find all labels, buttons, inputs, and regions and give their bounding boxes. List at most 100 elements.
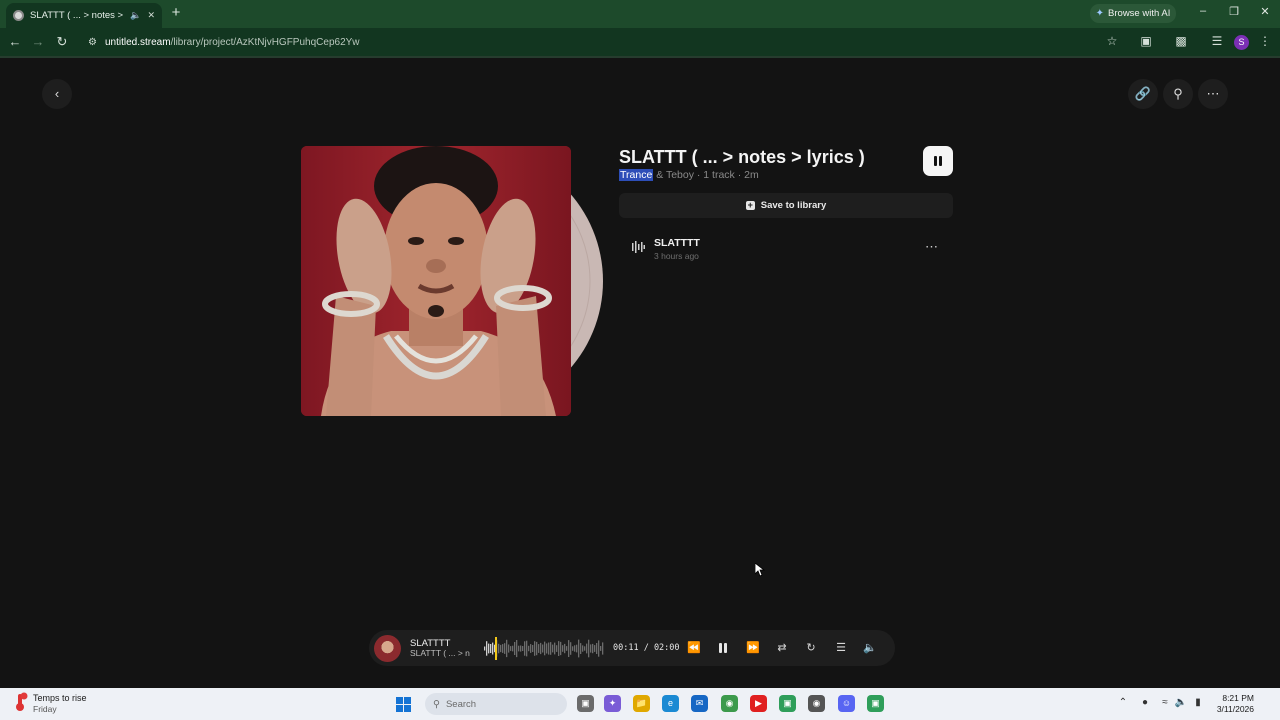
project-cover-art[interactable]: [301, 146, 571, 416]
genre-tag[interactable]: Trance: [619, 169, 654, 181]
browser-toolbar: ← → ↻ ⚙ untitled.stream/library/project/…: [0, 28, 1280, 56]
waveform-bar: [572, 646, 574, 651]
copilot-icon[interactable]: ✦: [604, 695, 621, 712]
clock-date: 3/11/2026: [1216, 704, 1254, 714]
extensions-icon[interactable]: ▣: [1138, 34, 1154, 48]
now-playing-waveform-icon: [632, 241, 645, 253]
waveform-bar: [582, 645, 584, 652]
waveform-bar: [544, 641, 546, 656]
waveform-bar: [504, 643, 506, 654]
volume-icon[interactable]: 🔈: [861, 639, 879, 657]
waveform-bar: [508, 644, 510, 653]
speaker-icon[interactable]: 🔈: [130, 10, 141, 21]
player-cover-thumbnail[interactable]: [374, 635, 401, 662]
waveform-bar: [512, 645, 514, 652]
app-green-2-icon[interactable]: ▣: [867, 695, 884, 712]
taskbar-search-box[interactable]: ⚲ Search: [425, 693, 567, 715]
system-clock[interactable]: 8:21 PM 3/11/2026: [1204, 693, 1254, 715]
task-view-icon[interactable]: ▣: [577, 695, 594, 712]
repeat-icon[interactable]: ↻: [802, 639, 820, 657]
project-title: SLATTT ( ... > notes > lyrics ): [619, 147, 865, 167]
waveform-scrubber[interactable]: [484, 637, 604, 660]
browse-with-ai-label: Browse with AI: [1108, 8, 1171, 19]
waveform-bar: [588, 639, 590, 658]
steam-icon[interactable]: ◉: [808, 695, 825, 712]
waveform-bar: [554, 642, 556, 655]
rewind-icon[interactable]: ⏪: [685, 639, 703, 657]
chrome-icon[interactable]: ◉: [721, 695, 738, 712]
waveform-bar: [584, 646, 586, 651]
battery-icon[interactable]: ▮: [1191, 697, 1205, 708]
waveform-bar: [520, 645, 522, 652]
back-button[interactable]: ‹: [42, 79, 72, 109]
waveform-bar: [596, 643, 598, 654]
save-to-library-button[interactable]: + Save to library: [619, 193, 953, 218]
discord-icon[interactable]: ☺: [838, 695, 855, 712]
browser-tab[interactable]: SLATTT ( ... > notes > lyrics 🔈 ✕: [6, 3, 162, 28]
new-tab-button[interactable]: +: [168, 5, 184, 21]
link-icon: 🔗: [1134, 86, 1152, 101]
waveform-bar: [574, 645, 576, 652]
player-bar: SLATTTT SLATTT ( ... > notes > lyrics ) …: [369, 630, 895, 666]
waveform-bar: [586, 643, 588, 654]
windows-start-icon[interactable]: [396, 697, 411, 712]
file-explorer-icon[interactable]: 📁: [633, 695, 650, 712]
address-bar[interactable]: ⚙ untitled.stream/library/project/AzKtNj…: [80, 31, 1130, 53]
restore-icon[interactable]: ❐: [1226, 5, 1242, 18]
cast-icon[interactable]: ▩: [1173, 34, 1189, 48]
waveform-bar: [548, 642, 550, 655]
app-green-icon[interactable]: ▣: [779, 695, 796, 712]
playhead-marker[interactable]: [495, 637, 497, 660]
plus-icon: +: [745, 200, 755, 210]
close-window-icon[interactable]: ✕: [1257, 5, 1273, 18]
search-icon: ⚲: [1173, 86, 1183, 101]
fast-forward-icon[interactable]: ⏩: [744, 639, 762, 657]
copy-link-button[interactable]: 🔗: [1128, 79, 1158, 109]
waveform-bar: [600, 646, 602, 651]
edge-browser-icon[interactable]: e: [662, 695, 679, 712]
browser-menu-icon[interactable]: ⋮: [1257, 34, 1273, 48]
waveform-bar: [570, 642, 572, 655]
waveform-bar: [522, 646, 524, 651]
site-info-icon[interactable]: ⚙: [88, 37, 97, 48]
player-pause-button[interactable]: [715, 640, 731, 656]
browse-with-ai-button[interactable]: ✦ Browse with AI: [1090, 4, 1176, 23]
show-hidden-icons-icon[interactable]: ⌃: [1116, 697, 1130, 708]
save-to-library-label: Save to library: [760, 200, 827, 211]
waveform-bar: [502, 644, 504, 653]
track-row[interactable]: SLATTTT 3 hours ago ⋯: [619, 231, 953, 267]
mouse-pointer-icon: [755, 563, 765, 577]
queue-icon[interactable]: ☰: [832, 639, 850, 657]
wifi-icon[interactable]: ≈: [1158, 697, 1172, 708]
project-pause-button[interactable]: [923, 146, 953, 176]
profile-avatar[interactable]: S: [1234, 35, 1249, 50]
waveform-bar: [592, 643, 594, 654]
cover-portrait-image: [301, 146, 571, 416]
weather-thermometer-icon[interactable]: [12, 692, 28, 712]
reload-icon[interactable]: ↻: [53, 33, 71, 51]
waveform-bar: [498, 643, 500, 654]
youtube-icon[interactable]: ▶: [750, 695, 767, 712]
more-options-button[interactable]: ⋯: [1198, 79, 1228, 109]
weather-title[interactable]: Temps to rise: [33, 693, 87, 703]
media-controls-icon[interactable]: ☰: [1209, 34, 1225, 48]
close-tab-icon[interactable]: ✕: [147, 10, 155, 21]
bookmark-star-icon[interactable]: ☆: [1104, 34, 1120, 48]
browser-tab-bar: SLATTT ( ... > notes > lyrics 🔈 ✕ + ✦ Br…: [0, 0, 1280, 28]
waveform-bar: [510, 646, 512, 651]
waveform-bar: [526, 640, 528, 657]
forward-arrow-icon[interactable]: →: [29, 33, 47, 51]
search-icon: ⚲: [433, 698, 440, 710]
waveform-bar: [598, 640, 600, 657]
waveform-bar: [500, 644, 502, 653]
back-arrow-icon[interactable]: ←: [6, 33, 24, 51]
search-button[interactable]: ⚲: [1163, 79, 1193, 109]
volume-tray-icon[interactable]: 🔈: [1174, 697, 1188, 708]
waveform-bar: [484, 646, 486, 651]
outlook-icon[interactable]: ✉: [691, 695, 708, 712]
track-more-icon[interactable]: ⋯: [925, 239, 939, 255]
microphone-icon[interactable]: ●: [1138, 697, 1152, 708]
shuffle-icon[interactable]: ⇄: [773, 639, 791, 657]
waveform-bar: [518, 645, 520, 652]
minimize-icon[interactable]: –: [1195, 5, 1211, 17]
